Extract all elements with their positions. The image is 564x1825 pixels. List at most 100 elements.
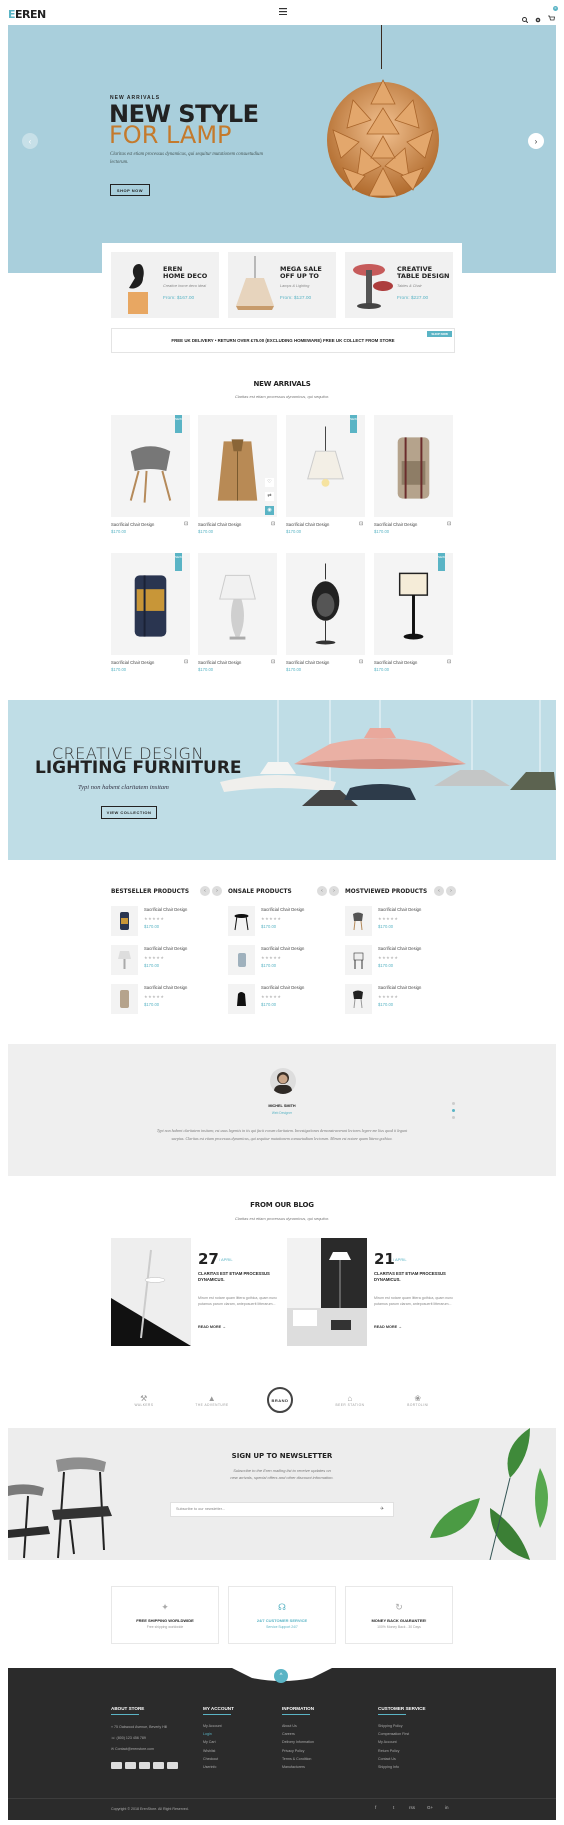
- quickview-icon[interactable]: ◉: [265, 506, 274, 515]
- scroll-top-button[interactable]: ^: [274, 1669, 288, 1683]
- footer-link[interactable]: Manufacturers: [282, 1763, 314, 1771]
- testimonial-dot-active[interactable]: [452, 1109, 455, 1112]
- footer-link[interactable]: Privacy Policy: [282, 1747, 314, 1755]
- list-next-button[interactable]: ›: [212, 886, 222, 896]
- shipping-tag[interactable]: SHOP NOW: [427, 331, 452, 337]
- footer-link[interactable]: Delivery Information: [282, 1738, 314, 1746]
- footer-link[interactable]: About Us: [282, 1722, 314, 1730]
- blog-image-1[interactable]: [111, 1238, 191, 1346]
- footer-link[interactable]: My Account: [378, 1738, 409, 1746]
- mini-product-image[interactable]: [111, 945, 138, 975]
- list-next-button[interactable]: ›: [329, 886, 339, 896]
- footer-email[interactable]: Contact@erenstore.com: [115, 1747, 154, 1751]
- product-name[interactable]: Sacrificial Chair Design: [286, 522, 329, 527]
- mini-product-name[interactable]: Sacrificial Chair Design: [144, 946, 187, 951]
- footer-contact: ⌖ 75 Oakwood Avenue, Beverly Hill ☏ (800…: [111, 1722, 167, 1755]
- list-prev-button[interactable]: ‹: [434, 886, 444, 896]
- logo[interactable]: EEREN: [8, 8, 46, 21]
- hamburger-icon[interactable]: [279, 8, 287, 17]
- product-card[interactable]: [286, 553, 365, 655]
- mini-product-name[interactable]: Sacrificial Chair Design: [378, 946, 421, 951]
- footer-link[interactable]: Login: [203, 1730, 222, 1738]
- add-to-cart-icon[interactable]: ⊡: [359, 659, 363, 665]
- add-to-cart-icon[interactable]: ⊡: [184, 521, 188, 527]
- promo-card-3[interactable]: CREATIVE TABLE DESIGN Tables & Chair From…: [345, 252, 453, 318]
- mini-product-image[interactable]: [228, 945, 255, 975]
- promo-card-1[interactable]: EREN HOME DECO Creative home deco ideal F…: [111, 252, 219, 318]
- mini-product-image[interactable]: [228, 984, 255, 1014]
- mini-product-image[interactable]: [345, 906, 372, 936]
- footer-link[interactable]: Return Policy: [378, 1747, 409, 1755]
- linkedin-icon[interactable]: in: [445, 1805, 449, 1810]
- hero-prev-button[interactable]: ‹: [22, 133, 38, 149]
- product-card[interactable]: [374, 415, 453, 517]
- hero-next-button[interactable]: ›: [528, 133, 544, 149]
- brand-logo[interactable]: ⌂ BEER STATION: [328, 1386, 372, 1414]
- mini-product-name[interactable]: Sacrificial Chair Design: [144, 985, 187, 990]
- read-more-link[interactable]: READ MORE →: [198, 1325, 226, 1329]
- twitter-icon[interactable]: t: [393, 1805, 394, 1810]
- brand-logo[interactable]: ❀ BORTOLINI: [396, 1386, 440, 1414]
- mini-product-image[interactable]: [345, 984, 372, 1014]
- read-more-link[interactable]: READ MORE →: [374, 1325, 402, 1329]
- add-to-cart-icon[interactable]: ⊡: [184, 659, 188, 665]
- add-to-cart-icon[interactable]: ⊡: [271, 659, 275, 665]
- rss-icon[interactable]: rss: [409, 1805, 415, 1810]
- newsletter-input[interactable]: Subscribe to our newsletter...: [170, 1502, 394, 1517]
- footer-link[interactable]: Wishlist: [203, 1747, 222, 1755]
- footer-link[interactable]: Shipping Info: [378, 1763, 409, 1771]
- mini-product-name[interactable]: Sacrificial Chair Design: [378, 907, 421, 912]
- product-name[interactable]: Sacrificial Chair Design: [374, 522, 417, 527]
- footer-link[interactable]: Compensation First: [378, 1730, 409, 1738]
- google-plus-icon[interactable]: G+: [427, 1805, 433, 1810]
- product-name[interactable]: Sacrificial Chair Design: [286, 660, 329, 665]
- product-card[interactable]: [198, 415, 277, 517]
- add-to-cart-icon[interactable]: ⊡: [359, 521, 363, 527]
- footer-link[interactable]: Contact Us: [378, 1755, 409, 1763]
- product-name[interactable]: Sacrificial Chair Design: [198, 660, 241, 665]
- blog-image-2[interactable]: [287, 1238, 367, 1346]
- brand-logo[interactable]: ⚒ WALKERS: [122, 1386, 166, 1414]
- footer-link[interactable]: My Account: [203, 1722, 222, 1730]
- list-next-button[interactable]: ›: [446, 886, 456, 896]
- testimonial-dot[interactable]: [452, 1116, 455, 1119]
- product-name[interactable]: Sacrificial Chair Design: [374, 660, 417, 665]
- mini-product-name[interactable]: Sacrificial Chair Design: [261, 985, 304, 990]
- promo-card-2[interactable]: MEGA SALE OFF UP TO Lamps & Lighting From…: [228, 252, 336, 318]
- footer-link[interactable]: Userinfo: [203, 1763, 222, 1771]
- mini-product-name[interactable]: Sacrificial Chair Design: [144, 907, 187, 912]
- heart-icon[interactable]: ♡: [265, 478, 274, 487]
- add-to-cart-icon[interactable]: ⊡: [271, 521, 275, 527]
- facebook-icon[interactable]: f: [375, 1805, 376, 1810]
- promo-title: MEGA SALE OFF UP TO: [280, 266, 322, 280]
- mini-product-image[interactable]: [111, 984, 138, 1014]
- send-icon[interactable]: ✈: [380, 1506, 384, 1512]
- list-prev-button[interactable]: ‹: [317, 886, 327, 896]
- footer-link[interactable]: Checkout: [203, 1755, 222, 1763]
- mini-product-image[interactable]: [345, 945, 372, 975]
- brand-logo[interactable]: ▲ THE ADVENTURE: [190, 1386, 234, 1414]
- blog-post-title[interactable]: CLARITAS EST ETIAM PROCESSUS DYNAMICUS.: [374, 1271, 456, 1283]
- product-card[interactable]: [198, 553, 277, 655]
- footer-link[interactable]: Shipping Policy: [378, 1722, 409, 1730]
- mini-product-name[interactable]: Sacrificial Chair Design: [261, 946, 304, 951]
- product-name[interactable]: Sacrificial Chair Design: [111, 522, 154, 527]
- shop-now-button[interactable]: SHOP NOW: [110, 184, 150, 196]
- mini-product-image[interactable]: [111, 906, 138, 936]
- footer-link[interactable]: Terms & Condition: [282, 1755, 314, 1763]
- mini-product-name[interactable]: Sacrificial Chair Design: [261, 907, 304, 912]
- footer-link[interactable]: Careers: [282, 1730, 314, 1738]
- list-prev-button[interactable]: ‹: [200, 886, 210, 896]
- view-collection-button[interactable]: VIEW COLLECTION: [101, 806, 157, 819]
- mini-product-name[interactable]: Sacrificial Chair Design: [378, 985, 421, 990]
- product-name[interactable]: Sacrificial Chair Design: [111, 660, 154, 665]
- brand-logo[interactable]: BRAND: [258, 1386, 302, 1414]
- blog-post-title[interactable]: CLARITAS EST ETIAM PROCESSUS DYNAMICUS.: [198, 1271, 280, 1283]
- mini-product-image[interactable]: [228, 906, 255, 936]
- testimonial-dot[interactable]: [452, 1102, 455, 1105]
- add-to-cart-icon[interactable]: ⊡: [447, 659, 451, 665]
- compare-icon[interactable]: ⇄: [265, 492, 274, 501]
- add-to-cart-icon[interactable]: ⊡: [447, 521, 451, 527]
- product-name[interactable]: Sacrificial Chair Design: [198, 522, 241, 527]
- footer-link[interactable]: My Cart: [203, 1738, 222, 1746]
